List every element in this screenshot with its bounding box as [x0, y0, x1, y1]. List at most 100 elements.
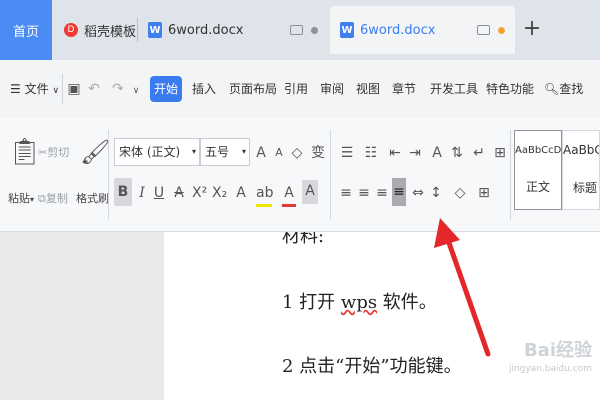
word-doc-icon: W [340, 22, 354, 38]
menu-references[interactable]: 引用 [284, 79, 308, 99]
menu-divider [62, 74, 63, 104]
menu-page-layout[interactable]: 页面布局 [229, 79, 277, 99]
menu-insert[interactable]: 插入 [192, 79, 216, 99]
shading-fill-icon[interactable]: ◇ [452, 182, 468, 204]
paste-icon[interactable]: 📋︎ [8, 134, 41, 170]
doc-line-1: 1 打开 wps 软件。 [282, 288, 437, 314]
tab-home[interactable]: 首页 [0, 0, 52, 60]
menu-review[interactable]: 审阅 [320, 79, 344, 99]
bullet-list-icon[interactable]: ☰ [338, 142, 356, 164]
word-doc-icon: W [148, 22, 162, 38]
format-painter-button[interactable]: 格式刷 [76, 190, 109, 206]
superscript-button[interactable]: X² [192, 182, 207, 204]
doc-heading-partial: 材料: [282, 232, 324, 246]
doc-heading-text: 材料: [282, 232, 325, 246]
doc-line-1-suffix: 软件。 [377, 292, 437, 313]
menu-chapter[interactable]: 章节 [392, 79, 416, 99]
menu-view[interactable]: 视图 [356, 79, 380, 99]
tab-doc-2-active[interactable]: W 6word.docx [330, 6, 515, 54]
change-case-icon[interactable]: A [428, 142, 446, 164]
copy-icon: ⧉ [38, 192, 46, 205]
menu-dev-tools[interactable]: 开发工具 [430, 79, 478, 99]
decrease-indent-icon[interactable]: ⇤ [386, 142, 404, 164]
monitor-icon[interactable] [477, 25, 490, 35]
chevron-down-icon: ▾ [30, 195, 35, 204]
align-center-icon[interactable]: ≡ [356, 182, 372, 204]
subscript-button[interactable]: X₂ [212, 182, 227, 204]
tab-doc-1[interactable]: W 6word.docx [138, 6, 328, 54]
doc-line-1-word: wps [340, 292, 378, 313]
menu-search[interactable]: 🔍︎查找 [544, 79, 583, 99]
search-icon: 🔍︎ [544, 82, 560, 96]
style-heading-1[interactable]: AaBbCc 标题 1 [562, 130, 600, 210]
line-spacing-icon[interactable]: ↕ [428, 182, 444, 204]
format-painter-icon[interactable]: 🖌︎ [80, 134, 110, 170]
font-size-select[interactable]: 五号 ▾ [200, 138, 250, 166]
chevron-down-icon: ▾ [241, 147, 246, 156]
clear-format-icon[interactable]: ◇ [290, 142, 304, 164]
show-marks-icon[interactable]: ↵ [470, 142, 488, 164]
grow-font-icon[interactable]: A [254, 142, 268, 164]
tab-doc-2-label: 6word.docx [360, 22, 436, 38]
font-color-icon[interactable]: A [282, 182, 296, 207]
menu-file-label: 文件 [24, 82, 49, 96]
watermark-brand: Bai经验 [523, 340, 592, 361]
table-icon[interactable]: ⊞ [492, 142, 508, 164]
hamburger-icon: ☰ [10, 82, 21, 96]
tab-template-label: 稻壳模板 [84, 24, 137, 40]
shrink-font-icon[interactable]: A [272, 142, 286, 164]
phonetic-guide-icon[interactable]: 变 [310, 142, 326, 164]
workspace-margin [0, 232, 164, 400]
paste-label: 粘贴 [8, 192, 30, 205]
menu-start[interactable]: 开始 [150, 76, 182, 102]
chevron-down-icon: ▾ [191, 147, 196, 156]
ribbon-divider [510, 130, 511, 220]
tab-daoke-template[interactable]: D 稻壳模板 [52, 6, 138, 54]
redo-icon[interactable]: ↷ [110, 78, 126, 100]
chevron-down-icon: ∨ [52, 86, 60, 96]
text-effect-icon[interactable]: A [234, 182, 248, 204]
bold-button[interactable]: B [114, 178, 132, 206]
style-normal[interactable]: AaBbCcDd 正文 [514, 130, 568, 210]
new-tab-plus-icon[interactable]: + [517, 14, 547, 44]
style-name: 正文 [525, 180, 550, 194]
baidu-watermark: Bai经验 jingyan.baidu.com [472, 336, 592, 386]
style-preview: AaBbCc [563, 143, 599, 157]
style-name: 标题 1 [573, 181, 599, 195]
menu-special-features[interactable]: 特色功能 [486, 79, 534, 99]
font-size-value: 五号 [205, 145, 230, 159]
italic-button[interactable]: I [136, 182, 148, 204]
font-name-select[interactable]: 宋体 (正文) ▾ [114, 138, 200, 166]
cut-button[interactable]: ✂剪切 [38, 144, 69, 160]
tab-doc-1-label: 6word.docx [168, 22, 244, 38]
scissors-icon: ✂ [38, 146, 48, 159]
increase-indent-icon[interactable]: ⇥ [406, 142, 424, 164]
copy-button[interactable]: ⧉复制 [38, 190, 68, 206]
daoke-logo-icon: D [64, 23, 78, 37]
font-name-value: 宋体 (正文) [119, 145, 181, 159]
distributed-icon[interactable]: ⇔ [410, 182, 426, 204]
highlight-icon[interactable]: ab [256, 182, 273, 207]
strikethrough-button[interactable]: A [172, 182, 186, 204]
menu-search-label: 查找 [559, 82, 584, 96]
copy-label: 复制 [45, 192, 68, 205]
borders-icon[interactable]: ⊞ [476, 182, 492, 204]
unsaved-dot-icon [311, 26, 318, 34]
char-shading-icon[interactable]: A [302, 180, 318, 204]
paste-button[interactable]: 粘贴▾ [8, 190, 34, 206]
align-left-icon[interactable]: ≡ [338, 182, 354, 204]
menu-file[interactable]: ☰ 文件 ∨ [10, 79, 59, 99]
monitor-icon[interactable] [290, 25, 303, 35]
style-preview: AaBbCcDd [515, 145, 568, 156]
sort-icon[interactable]: ⇅ [448, 142, 466, 164]
ribbon-divider [108, 130, 109, 220]
more-chevron-icon[interactable]: ∨ [130, 80, 142, 102]
save-icon[interactable]: ▣ [66, 78, 82, 100]
align-right-icon[interactable]: ≡ [374, 182, 390, 204]
ribbon-divider [330, 130, 331, 220]
underline-button[interactable]: U [152, 182, 166, 204]
justify-icon[interactable]: ≡ [392, 178, 406, 206]
cut-label: 剪切 [47, 146, 70, 159]
undo-icon[interactable]: ↶ [86, 78, 102, 100]
numbered-list-icon[interactable]: ☷ [362, 142, 380, 164]
